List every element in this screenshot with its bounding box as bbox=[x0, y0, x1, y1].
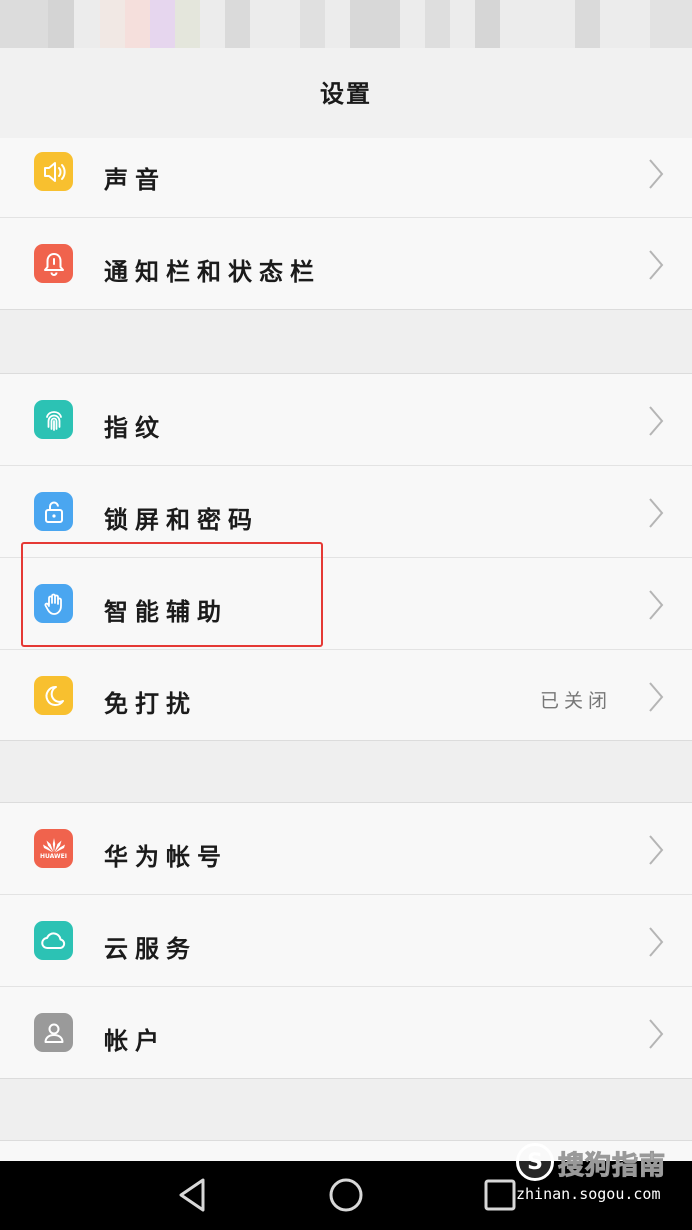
page-title: 设置 bbox=[320, 80, 372, 108]
watermark-name: 搜狗指南 bbox=[557, 1151, 667, 1182]
chevron-right-icon bbox=[649, 590, 664, 620]
speaker-icon bbox=[34, 152, 73, 191]
back-triangle-icon[interactable] bbox=[172, 1175, 212, 1215]
chevron-right-icon bbox=[649, 159, 664, 189]
chevron-right-icon bbox=[649, 927, 664, 957]
settings-item-label: 云服务 bbox=[104, 935, 197, 963]
settings-item-notifications[interactable]: 通知栏和状态栏 bbox=[0, 218, 692, 309]
settings-item-label: 声音 bbox=[104, 166, 166, 194]
cloud-icon bbox=[34, 921, 73, 960]
fingerprint-icon bbox=[34, 400, 73, 439]
bell-icon bbox=[34, 244, 73, 283]
settings-item-do-not-disturb[interactable]: 免打扰 已关闭 bbox=[0, 650, 692, 741]
highlight-annotation-box bbox=[21, 542, 323, 647]
settings-group-1: 声音 通知栏和状态栏 bbox=[0, 138, 692, 310]
title-bar: 设置 bbox=[0, 48, 692, 139]
settings-item-label: 华为帐号 bbox=[104, 843, 228, 871]
chevron-right-icon bbox=[649, 1019, 664, 1049]
huawei-logo-icon: HUAWEI bbox=[34, 829, 73, 868]
status-value: 已关闭 bbox=[539, 690, 612, 712]
settings-item-sound[interactable]: 声音 bbox=[0, 138, 692, 218]
sogou-watermark: S 搜狗指南 zhinan.sogou.com bbox=[512, 1143, 682, 1213]
settings-item-label: 通知栏和状态栏 bbox=[104, 258, 321, 286]
watermark-url: zhinan.sogou.com bbox=[516, 1185, 661, 1203]
settings-item-fingerprint[interactable]: 指纹 bbox=[0, 374, 692, 466]
chevron-right-icon bbox=[649, 682, 664, 712]
settings-item-label: 免打扰 bbox=[104, 690, 197, 718]
chevron-right-icon bbox=[649, 835, 664, 865]
status-bar-blurred bbox=[0, 0, 692, 48]
brand-badge: HUAWEI bbox=[39, 853, 68, 860]
moon-icon bbox=[34, 676, 73, 715]
settings-item-cloud[interactable]: 云服务 bbox=[0, 895, 692, 987]
settings-item-huawei-id[interactable]: HUAWEI 华为帐号 bbox=[0, 803, 692, 895]
chevron-right-icon bbox=[649, 250, 664, 280]
unlock-icon bbox=[34, 492, 73, 531]
settings-item-label: 指纹 bbox=[104, 414, 166, 442]
settings-item-label: 帐户 bbox=[104, 1027, 166, 1055]
settings-item-accounts[interactable]: 帐户 bbox=[0, 987, 692, 1078]
chevron-right-icon bbox=[649, 498, 664, 528]
settings-item-label: 锁屏和密码 bbox=[104, 506, 259, 534]
home-circle-icon[interactable] bbox=[326, 1175, 366, 1215]
sogou-logo-icon: S bbox=[516, 1143, 554, 1181]
chevron-right-icon bbox=[649, 406, 664, 436]
person-icon bbox=[34, 1013, 73, 1052]
settings-group-3: HUAWEI 华为帐号 云服务 帐户 bbox=[0, 802, 692, 1079]
